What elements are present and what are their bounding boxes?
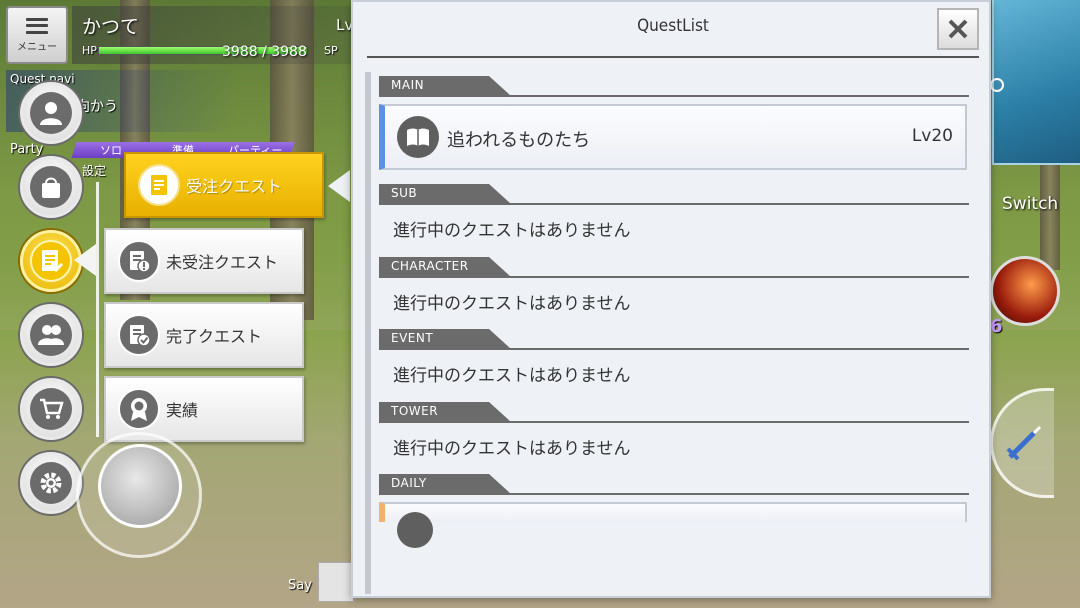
close-button[interactable]: [937, 8, 979, 50]
submenu-pointer: [74, 244, 96, 276]
player-status-panel: かつて Lv HP 3988 / 3988 SP: [72, 6, 362, 64]
sp-label: SP: [324, 44, 338, 57]
switch-button[interactable]: Switch: [1002, 194, 1058, 214]
quest-list-panel: QuestList MAIN 追われるものたち Lv20 SUB 進行中のクエス…: [351, 0, 991, 598]
minimap-player-marker: [990, 78, 1004, 92]
hp-label: HP: [82, 44, 97, 57]
quest-note-icon: [30, 240, 72, 282]
main-menu-button[interactable]: メニュー: [6, 6, 68, 64]
submenu-label: 未受注クエスト: [166, 253, 279, 272]
friends-icon: [30, 314, 72, 356]
section-label: TOWER: [391, 404, 439, 418]
joystick-knob[interactable]: [98, 444, 182, 528]
sidebar-item-quest[interactable]: [20, 230, 82, 292]
cart-icon: [30, 388, 72, 430]
submenu-label: 実績: [166, 401, 199, 420]
submenu-label: 受注クエスト: [186, 177, 283, 196]
submenu-accepted-quests[interactable]: 受注クエスト: [124, 152, 324, 218]
scrollbar[interactable]: [365, 72, 371, 594]
main-menu-label: メニュー: [17, 41, 57, 53]
quest-level: Lv20: [911, 126, 953, 146]
quest-item[interactable]: 追われるものたち Lv20: [379, 104, 967, 170]
quest-done-icon: [118, 314, 160, 356]
section-label: EVENT: [391, 331, 434, 345]
sidebar-connector-line: [96, 182, 99, 437]
section-header-daily: DAILY: [379, 474, 969, 496]
empty-message: 進行中のクエストはありません: [393, 221, 631, 241]
section-label: DAILY: [391, 476, 427, 490]
submenu-unaccepted-quests[interactable]: 未受注クエスト: [104, 228, 304, 294]
empty-message: 進行中のクエストはありません: [393, 294, 631, 314]
quest-pending-icon: [118, 240, 160, 282]
submenu-completed-quests[interactable]: 完了クエスト: [104, 302, 304, 368]
gear-icon: [30, 462, 72, 504]
book-icon: [397, 116, 439, 158]
section-label: SUB: [391, 186, 418, 200]
sidebar-item-settings[interactable]: [20, 452, 82, 514]
minimap[interactable]: [992, 0, 1080, 165]
quest-item[interactable]: [379, 502, 967, 548]
section-header-event: EVENT: [379, 329, 969, 351]
section-header-main: MAIN: [379, 76, 969, 98]
panel-pointer: [328, 170, 350, 202]
sidebar-item-friends[interactable]: [20, 304, 82, 366]
title-divider: [367, 56, 979, 58]
quest-navi-text: 向かう: [76, 99, 118, 115]
close-icon: [948, 19, 968, 39]
section-label: CHARACTER: [391, 259, 469, 273]
person-icon: [30, 92, 72, 134]
bag-icon: [30, 166, 72, 208]
medal-icon: [118, 388, 160, 430]
section-header-sub: SUB: [379, 184, 969, 206]
party-settings[interactable]: 設定: [82, 162, 106, 179]
empty-message: 進行中のクエストはありません: [393, 366, 631, 386]
hamburger-icon: [26, 17, 48, 34]
party-tab-label: ソロ: [100, 144, 122, 157]
quest-icon: [397, 512, 433, 548]
party-title: Party: [10, 142, 44, 157]
say-label: Say: [288, 578, 312, 593]
submenu-label: 完了クエスト: [166, 327, 263, 346]
chat-input[interactable]: [318, 562, 354, 602]
hp-value: 3988 / 3988: [222, 44, 307, 60]
sidebar-item-inventory[interactable]: [20, 156, 82, 218]
section-header-character: CHARACTER: [379, 257, 969, 279]
sidebar-item-character[interactable]: [20, 82, 82, 144]
sidebar-item-shop[interactable]: [20, 378, 82, 440]
skill-count: 6: [990, 316, 1003, 337]
player-name: かつて: [82, 16, 140, 38]
empty-message: 進行中のクエストはありません: [393, 439, 631, 459]
section-label: MAIN: [391, 78, 425, 92]
quest-name: 追われるものたち: [447, 130, 591, 151]
quest-note-icon: [138, 164, 180, 206]
sword-icon: [1006, 425, 1041, 461]
section-header-tower: TOWER: [379, 402, 969, 424]
quest-list-title: QuestList: [637, 16, 709, 36]
